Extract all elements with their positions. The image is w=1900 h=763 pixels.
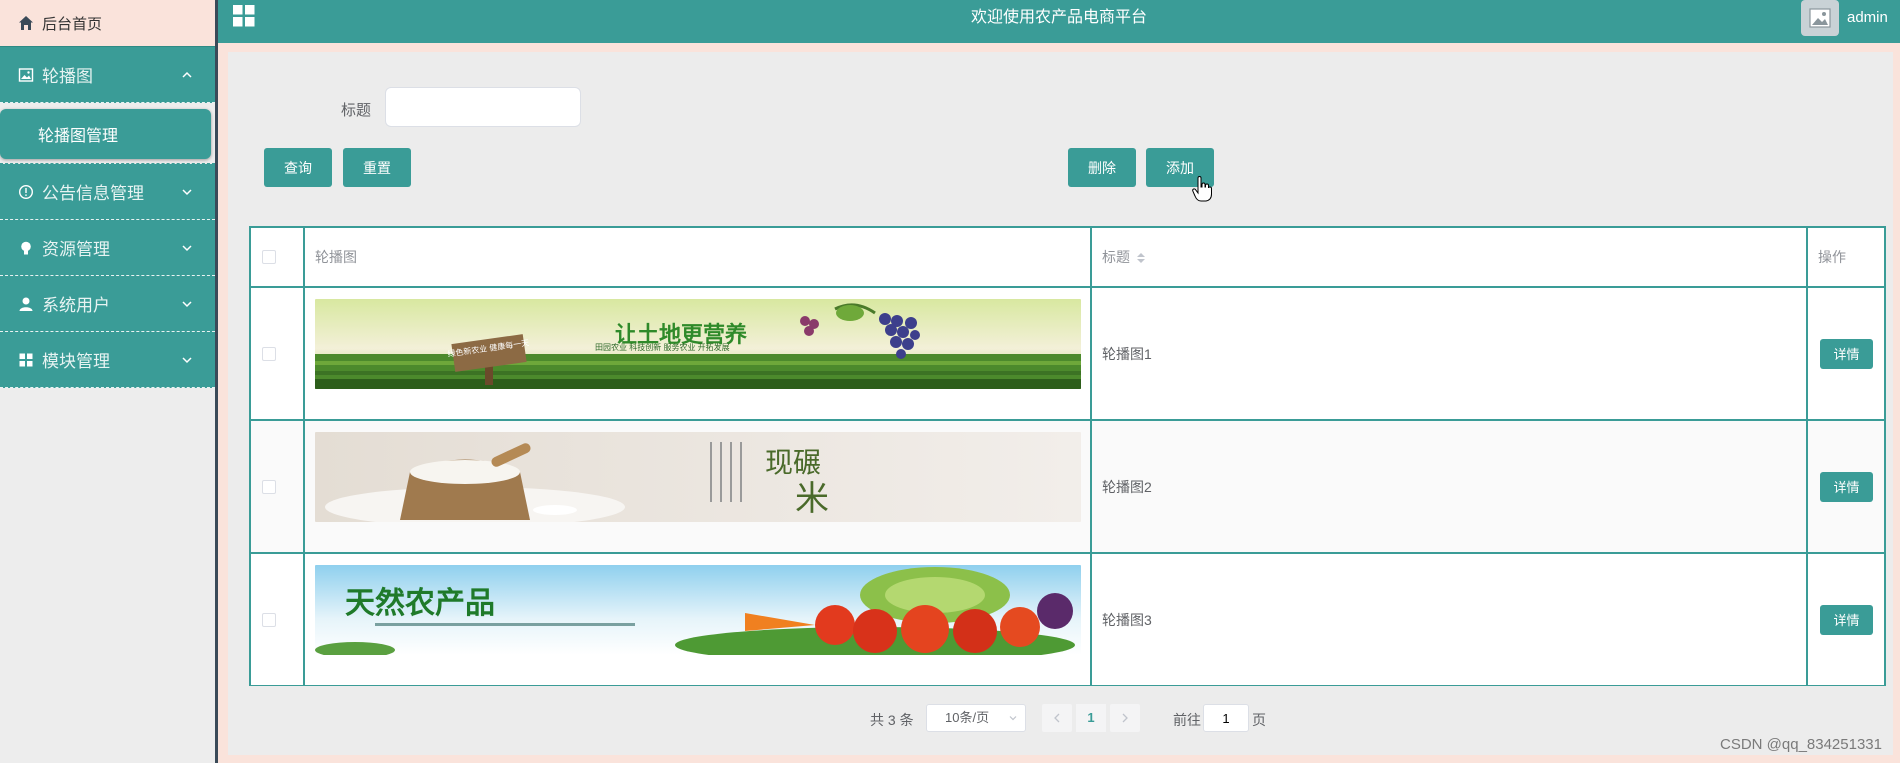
sidebar-group-carousel: 轮播图 <box>0 47 215 103</box>
page-size-select[interactable]: 10条/页 <box>926 704 1026 732</box>
page-title: 欢迎使用农产品电商平台 <box>970 9 1147 26</box>
header-action-cell: 操作 <box>1808 228 1886 286</box>
main-panel: 标题 查询 重置 删除 添加 轮播图 标题 操作 绿色新农业 健康每一天 让土地… <box>228 52 1893 755</box>
total-count: 共 3 条 <box>870 712 914 728</box>
detail-button[interactable]: 详情 <box>1820 604 1873 635</box>
goto-label: 前往 <box>1173 712 1201 728</box>
row-banner-cell: 天然农产品 <box>305 554 1092 685</box>
grid-icon <box>19 353 33 366</box>
row-select-cell <box>249 288 305 419</box>
row-action-cell: 详情 <box>1808 421 1886 552</box>
sidebar-item-notices[interactable]: 公告信息管理 <box>0 164 215 220</box>
banner-image: 绿色新农业 健康每一天 让土地更营养 田园农业 科技创新 服务农业 开拓发展 <box>315 299 1081 389</box>
row-checkbox[interactable] <box>262 612 276 627</box>
sidebar-item-carousel[interactable]: 轮播图 <box>0 47 215 103</box>
sidebar-item-resources[interactable]: 资源管理 <box>0 220 215 276</box>
bulb-icon <box>21 241 31 254</box>
chevron-down-icon <box>1009 716 1017 721</box>
row-checkbox[interactable] <box>262 346 276 361</box>
banner-headline-2: 米 <box>795 480 829 518</box>
column-header-title[interactable]: 标题 <box>1102 247 1146 267</box>
home-icon <box>19 16 33 30</box>
sidebar-item-label: 公告信息管理 <box>42 184 144 203</box>
user-icon <box>19 297 33 311</box>
chevron-right-icon <box>1122 713 1128 723</box>
goto-page-input[interactable] <box>1203 704 1249 732</box>
delete-button[interactable]: 删除 <box>1068 148 1136 187</box>
username[interactable]: admin <box>1847 9 1888 26</box>
column-header-title-text: 标题 <box>1102 249 1130 265</box>
header-select-cell <box>249 228 305 286</box>
detail-button[interactable]: 详情 <box>1820 471 1873 502</box>
row-banner-cell: 现碾 米 <box>305 421 1092 552</box>
banner-subline: 田园农业 科技创新 服务农业 开拓发展 <box>595 342 730 352</box>
header-banner-cell: 轮播图 <box>305 228 1092 286</box>
banner-image: 现碾 米 <box>315 432 1081 522</box>
image-placeholder-icon <box>1809 8 1831 28</box>
page-number-current[interactable]: 1 <box>1076 704 1106 732</box>
row-title: 轮播图1 <box>1102 345 1152 362</box>
banner-headline: 现碾 <box>765 448 821 479</box>
query-button[interactable]: 查询 <box>264 148 332 187</box>
row-checkbox[interactable] <box>262 479 276 494</box>
goto-unit-label: 页 <box>1252 712 1266 728</box>
header-title-cell[interactable]: 标题 <box>1092 228 1808 286</box>
chevron-down-icon <box>182 356 192 363</box>
table-row: 天然农产品 轮播图3 详情 <box>249 554 1886 686</box>
sidebar-item-label: 模块管理 <box>42 352 110 371</box>
next-page-button[interactable] <box>1110 704 1140 732</box>
sort-icon[interactable] <box>1136 251 1146 265</box>
info-circle-icon <box>18 184 34 199</box>
sidebar-home[interactable]: 后台首页 <box>0 0 215 47</box>
prev-page-button[interactable] <box>1042 704 1072 732</box>
sidebar-item-label: 资源管理 <box>42 240 110 259</box>
row-action-cell: 详情 <box>1808 288 1886 419</box>
sidebar: 后台首页 轮播图 轮播图管理 公告信息管理 资源管理 系统用户 模块管理 <box>0 0 218 763</box>
chevron-down-icon <box>182 300 192 307</box>
row-title-cell: 轮播图1 <box>1092 288 1808 419</box>
column-header-banner: 轮播图 <box>315 249 357 265</box>
banner-image: 天然农产品 <box>315 565 1081 655</box>
title-search-label: 标题 <box>341 102 372 119</box>
sidebar-item-carousel-manage[interactable]: 轮播图管理 <box>0 109 211 159</box>
page-size-value: 10条/页 <box>945 710 990 725</box>
hand-cursor-icon <box>1192 176 1212 202</box>
sidebar-item-label: 系统用户 <box>42 296 110 315</box>
column-header-actions: 操作 <box>1818 249 1846 265</box>
row-select-cell <box>249 421 305 552</box>
sidebar-item-label: 轮播图管理 <box>38 128 119 145</box>
carousel-table: 轮播图 标题 操作 绿色新农业 健康每一天 让土地更营养 田园农业 科技创新 服… <box>249 226 1886 686</box>
pagination: 共 3 条 10条/页 1 前往 页 <box>228 704 1893 734</box>
image-icon <box>18 67 34 82</box>
row-title: 轮播图2 <box>1102 478 1152 495</box>
chevron-down-icon <box>182 188 192 195</box>
title-search-input[interactable] <box>385 87 581 127</box>
chevron-down-icon <box>182 244 192 251</box>
sidebar-item-label: 轮播图 <box>42 67 93 86</box>
row-action-cell: 详情 <box>1808 554 1886 685</box>
table-header: 轮播图 标题 操作 <box>249 228 1886 288</box>
chevron-left-icon <box>1054 713 1060 723</box>
sidebar-group-notices: 公告信息管理 资源管理 系统用户 模块管理 <box>0 164 215 388</box>
row-title-cell: 轮播图2 <box>1092 421 1808 552</box>
row-title-cell: 轮播图3 <box>1092 554 1808 685</box>
sidebar-item-users[interactable]: 系统用户 <box>0 276 215 332</box>
watermark: CSDN @qq_834251331 <box>1719 736 1882 753</box>
detail-button[interactable]: 详情 <box>1820 338 1873 369</box>
chevron-up-icon <box>182 71 192 78</box>
sidebar-submenu-carousel: 轮播图管理 <box>0 103 215 164</box>
avatar[interactable] <box>1801 0 1839 36</box>
table-row: 现碾 米 轮播图2 详情 <box>249 421 1886 554</box>
table-row: 绿色新农业 健康每一天 让土地更营养 田园农业 科技创新 服务农业 开拓发展 轮… <box>249 288 1886 421</box>
sidebar-home-label: 后台首页 <box>42 15 103 33</box>
sidebar-item-modules[interactable]: 模块管理 <box>0 332 215 388</box>
row-title: 轮播图3 <box>1102 611 1152 628</box>
row-select-cell <box>249 554 305 685</box>
banner-headline: 天然农产品 <box>345 586 495 620</box>
top-bar: 欢迎使用农产品电商平台 admin <box>218 0 1900 43</box>
select-all-checkbox[interactable] <box>262 250 276 264</box>
row-banner-cell: 绿色新农业 健康每一天 让土地更营养 田园农业 科技创新 服务农业 开拓发展 <box>305 288 1092 419</box>
reset-button[interactable]: 重置 <box>343 148 411 187</box>
